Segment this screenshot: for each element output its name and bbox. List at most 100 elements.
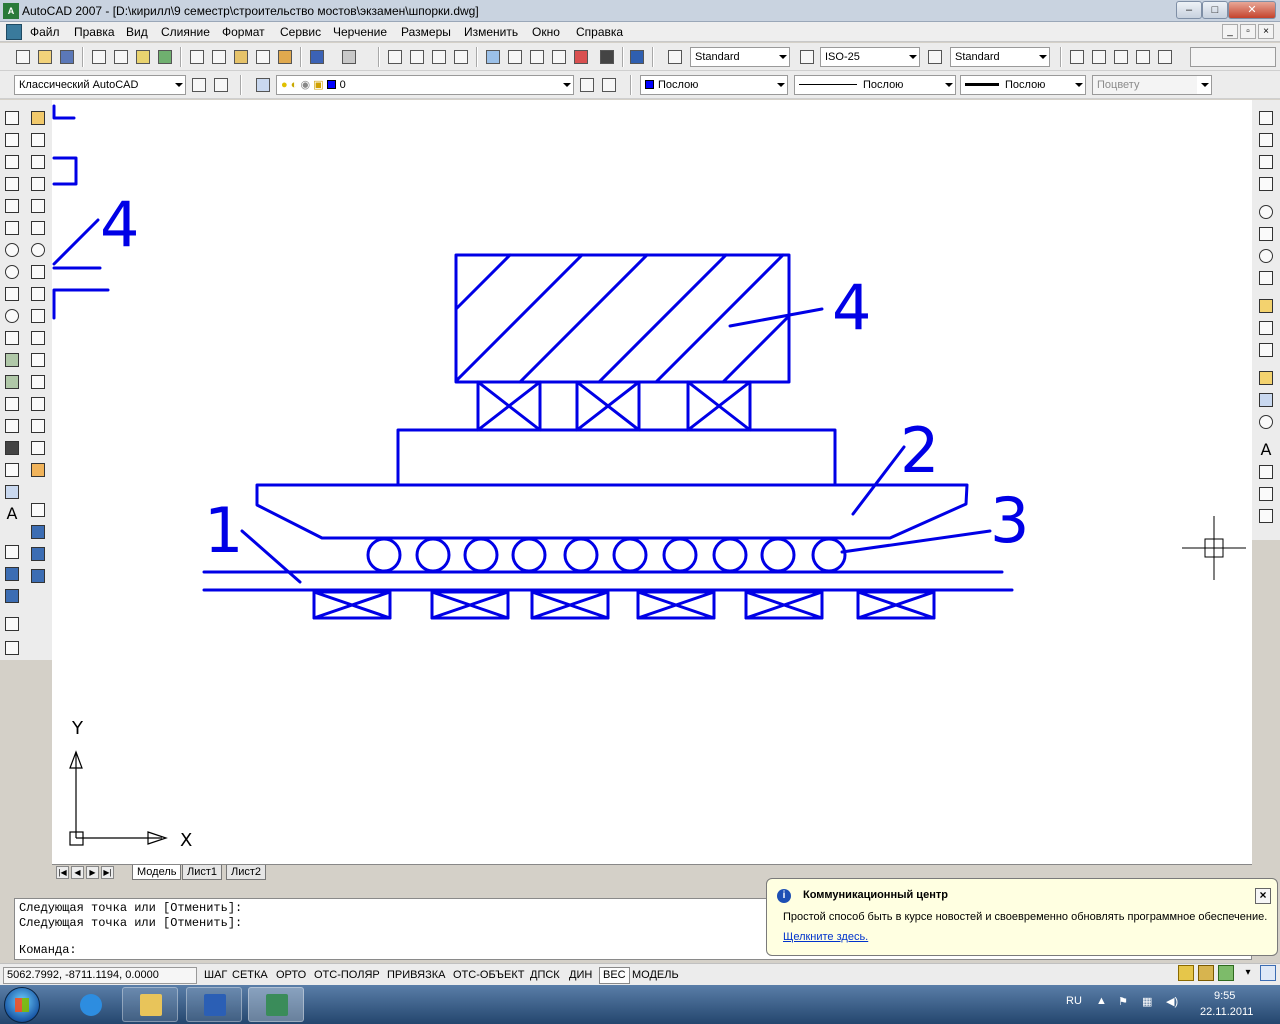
autocad-app-icon[interactable]: A bbox=[3, 3, 19, 19]
ortho-toggle[interactable]: ОРТО bbox=[272, 967, 310, 984]
lock-icon[interactable] bbox=[1198, 965, 1214, 981]
menu-help[interactable]: Справка bbox=[576, 25, 623, 39]
trim-icon[interactable] bbox=[28, 306, 48, 326]
doc-close-button[interactable]: × bbox=[1258, 24, 1274, 39]
draworder-icon[interactable] bbox=[2, 542, 22, 562]
sheet-set-icon[interactable] bbox=[550, 48, 568, 66]
bring-above-icon[interactable] bbox=[28, 544, 48, 564]
linear-dimension-icon[interactable] bbox=[1256, 108, 1276, 128]
calculator-icon[interactable] bbox=[598, 48, 616, 66]
minimize-button[interactable]: – bbox=[1176, 1, 1202, 19]
menu-dimension[interactable]: Размеры bbox=[401, 25, 451, 39]
model-toggle[interactable]: МОДЕЛЬ bbox=[628, 967, 683, 984]
new-icon[interactable] bbox=[14, 48, 32, 66]
design-center-icon[interactable] bbox=[506, 48, 524, 66]
arc-length-icon[interactable] bbox=[1256, 152, 1276, 172]
table-icon[interactable] bbox=[2, 482, 22, 502]
aligned-dimension-icon[interactable] bbox=[1256, 130, 1276, 150]
viewport-icon-5[interactable] bbox=[1156, 48, 1174, 66]
copy-icon[interactable] bbox=[210, 48, 228, 66]
doc-restore-button[interactable]: ▫ bbox=[1240, 24, 1256, 39]
open-icon[interactable] bbox=[36, 48, 54, 66]
spline-icon[interactable] bbox=[2, 284, 22, 304]
extend-icon[interactable] bbox=[28, 328, 48, 348]
bring-to-front-icon[interactable] bbox=[28, 500, 48, 520]
dimension-style-icon[interactable] bbox=[1256, 506, 1276, 526]
ellipse-icon[interactable] bbox=[2, 306, 22, 326]
send-under-icon[interactable] bbox=[28, 566, 48, 586]
erase-icon[interactable] bbox=[28, 108, 48, 128]
viewport-icon-1[interactable] bbox=[1068, 48, 1086, 66]
text-style-select[interactable]: Standard bbox=[690, 47, 790, 67]
clean-screen-icon[interactable] bbox=[1260, 965, 1276, 981]
gradient-icon[interactable] bbox=[2, 438, 22, 458]
rotate-icon[interactable] bbox=[28, 240, 48, 260]
dimension-edit-icon[interactable]: A bbox=[1256, 440, 1276, 460]
baseline-dimension-icon[interactable] bbox=[1256, 318, 1276, 338]
language-indicator[interactable]: RU bbox=[1066, 995, 1082, 1007]
menu-draw[interactable]: Черчение bbox=[333, 25, 387, 39]
block-editor-icon[interactable] bbox=[276, 48, 294, 66]
print-icon[interactable] bbox=[90, 48, 108, 66]
polyline-icon[interactable] bbox=[2, 152, 22, 172]
volume-icon[interactable]: ◀) bbox=[1166, 995, 1178, 1008]
draworder-text-icon[interactable] bbox=[2, 586, 22, 606]
first-tab-button[interactable]: |◀ bbox=[56, 866, 69, 879]
menu-merge[interactable]: Слияние bbox=[161, 25, 210, 39]
notification-close-button[interactable]: × bbox=[1255, 888, 1271, 904]
zoom-window-icon[interactable] bbox=[430, 48, 448, 66]
tab-layout2[interactable]: Лист2 bbox=[226, 865, 267, 880]
redo-icon[interactable] bbox=[340, 48, 358, 66]
copy-object-icon[interactable] bbox=[28, 130, 48, 150]
make-block-icon[interactable] bbox=[2, 372, 22, 392]
paste-icon[interactable] bbox=[232, 48, 250, 66]
chevron-down-icon[interactable]: ▾ bbox=[1240, 965, 1256, 981]
join-icon[interactable] bbox=[28, 394, 48, 414]
taskbar-app-explorer[interactable] bbox=[122, 987, 178, 1022]
snap-toggle[interactable]: ШАГ bbox=[200, 967, 231, 984]
viewport-icon-4[interactable] bbox=[1134, 48, 1152, 66]
explode-icon[interactable] bbox=[28, 460, 48, 480]
maximize-button[interactable]: □ bbox=[1202, 1, 1228, 19]
lineweight-select[interactable]: Послою bbox=[960, 75, 1086, 95]
menu-tools[interactable]: Сервис bbox=[280, 25, 321, 39]
region-icon[interactable] bbox=[2, 460, 22, 480]
text-to-front-icon[interactable] bbox=[2, 614, 22, 634]
workspace-save-icon[interactable] bbox=[212, 76, 230, 94]
close-button[interactable]: ✕ bbox=[1228, 1, 1276, 19]
polar-toggle[interactable]: ОТС-ПОЛЯР bbox=[310, 967, 384, 984]
mirror-icon[interactable] bbox=[28, 152, 48, 172]
quick-dimension-icon[interactable] bbox=[1256, 296, 1276, 316]
show-hidden-icons-icon[interactable]: ▲ bbox=[1096, 995, 1107, 1007]
markup-icon[interactable] bbox=[572, 48, 590, 66]
dimension-update-icon[interactable] bbox=[1256, 484, 1276, 504]
menu-file[interactable]: Файл bbox=[30, 25, 60, 39]
continue-dimension-icon[interactable] bbox=[1256, 340, 1276, 360]
grid-toggle[interactable]: СЕТКА bbox=[228, 967, 272, 984]
offset-icon[interactable] bbox=[28, 174, 48, 194]
plotstyle-select[interactable]: Поцвету bbox=[1092, 75, 1212, 95]
center-mark-icon[interactable] bbox=[1256, 412, 1276, 432]
prev-tab-button[interactable]: ◀ bbox=[71, 866, 84, 879]
help-icon[interactable] bbox=[628, 48, 646, 66]
properties-icon[interactable] bbox=[484, 48, 502, 66]
line-icon[interactable] bbox=[2, 108, 22, 128]
workspace-select[interactable]: Классический AutoCAD bbox=[14, 75, 186, 95]
publish-icon[interactable] bbox=[134, 48, 152, 66]
hatch-to-back-icon[interactable] bbox=[2, 638, 22, 658]
taskbar-app-word[interactable] bbox=[186, 987, 242, 1022]
stretch-icon[interactable] bbox=[28, 284, 48, 304]
diameter-dimension-icon[interactable] bbox=[1256, 246, 1276, 266]
viewport-icon-3[interactable] bbox=[1112, 48, 1130, 66]
dim-style-select[interactable]: ISO-25 bbox=[820, 47, 920, 67]
comm-center-icon[interactable] bbox=[1218, 965, 1234, 981]
coordinate-display[interactable]: 5062.7992, -8711.1194, 0.0000 bbox=[3, 967, 197, 984]
menu-modify[interactable]: Изменить bbox=[464, 25, 518, 39]
layer-manager-icon[interactable] bbox=[254, 76, 272, 94]
3d-dwf-icon[interactable] bbox=[156, 48, 174, 66]
circle-icon[interactable] bbox=[2, 240, 22, 260]
scale-icon[interactable] bbox=[28, 262, 48, 282]
draworder-back-icon[interactable] bbox=[2, 564, 22, 584]
array-icon[interactable] bbox=[28, 196, 48, 216]
cut-icon[interactable] bbox=[188, 48, 206, 66]
